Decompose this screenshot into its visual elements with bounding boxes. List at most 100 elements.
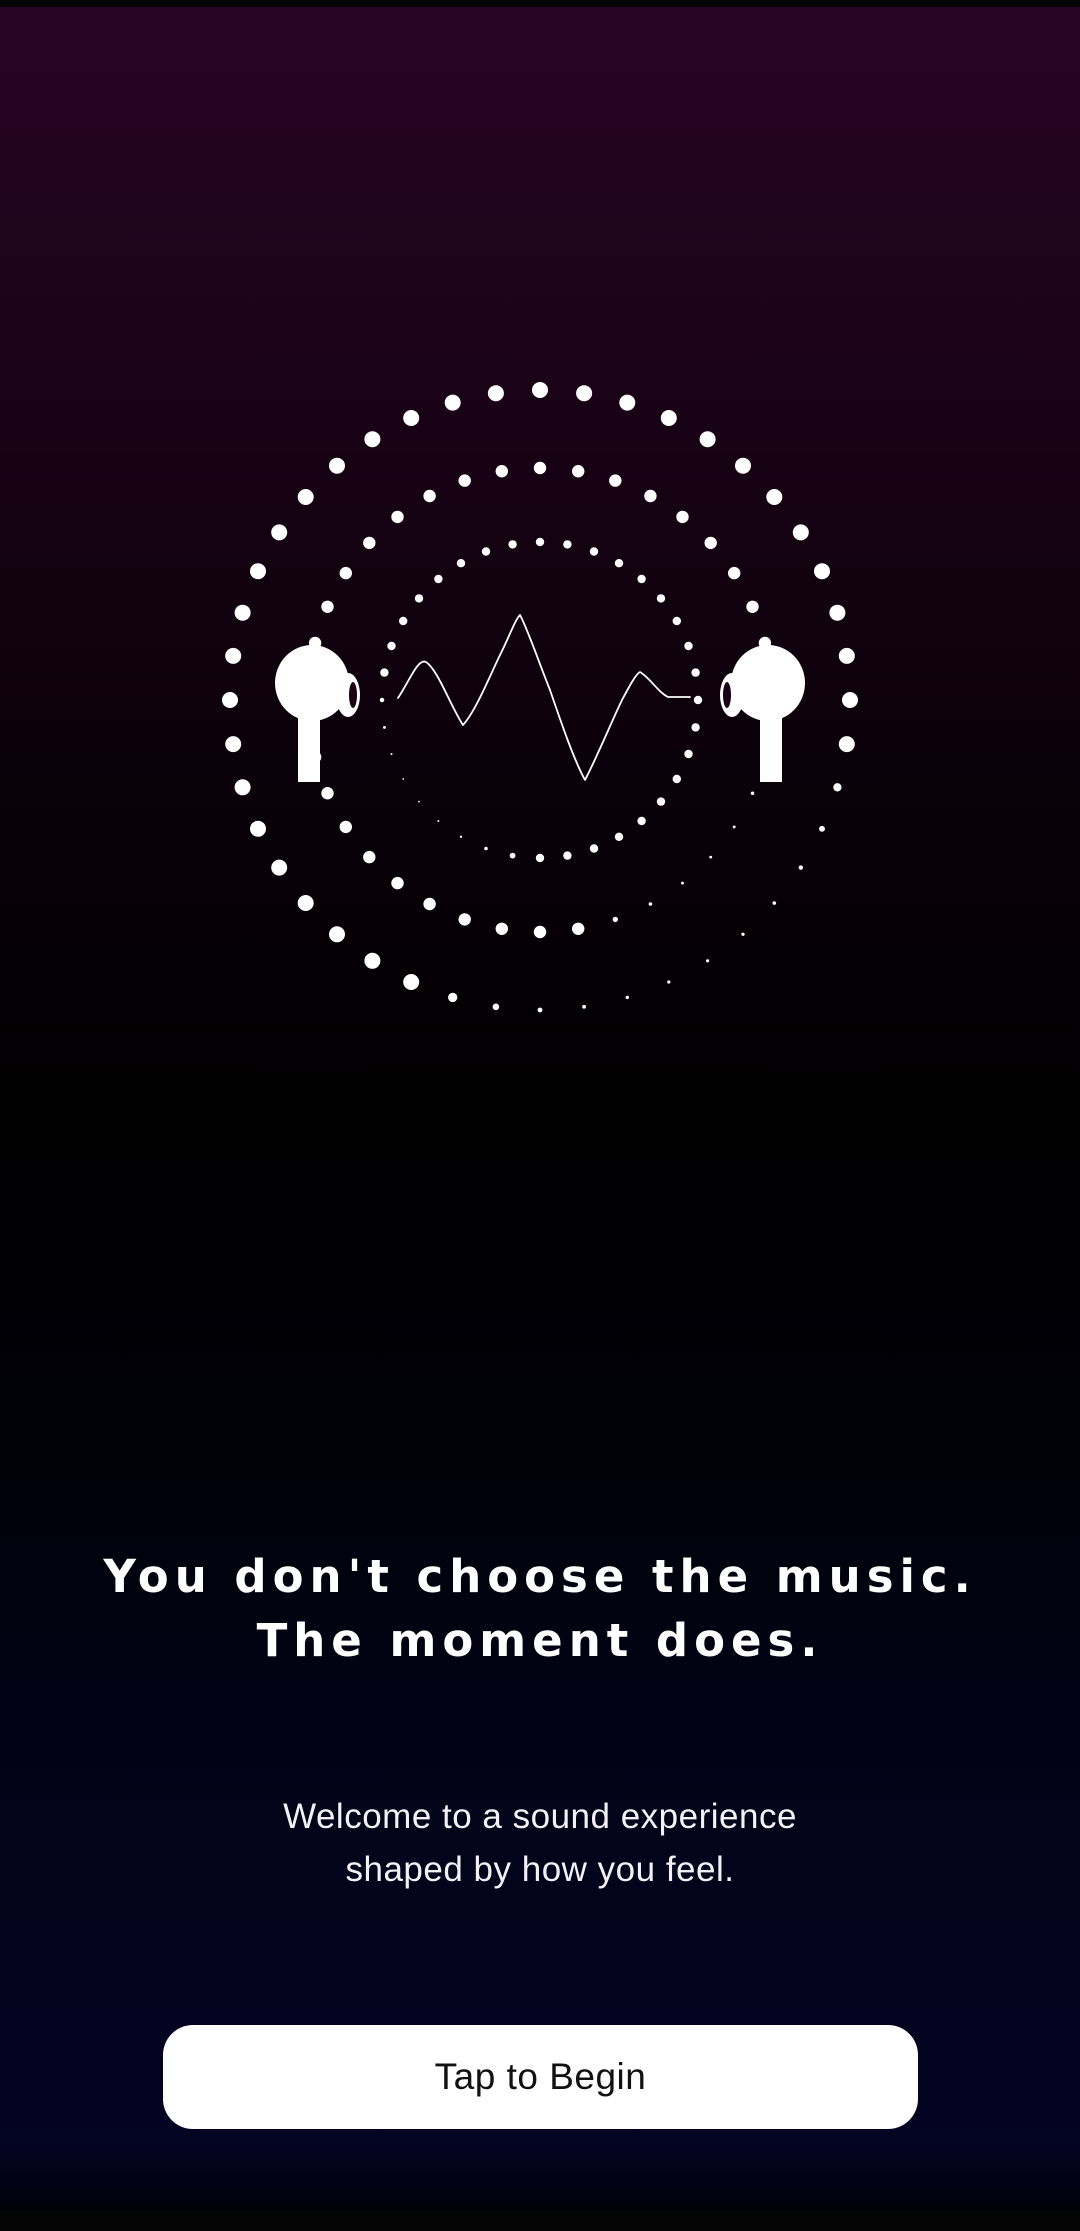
ring-dot xyxy=(495,922,508,935)
navigation-bar xyxy=(0,2211,1080,2231)
ring-dot xyxy=(672,774,681,784)
ring-dot xyxy=(667,980,671,984)
ring-dot xyxy=(648,902,653,906)
ring-dot xyxy=(250,563,266,580)
ring-dot xyxy=(706,959,710,963)
ring-dot xyxy=(403,974,420,990)
ring-dot xyxy=(423,489,436,503)
ring-dot xyxy=(735,457,751,474)
ring-dot xyxy=(576,385,593,402)
ring-dot xyxy=(656,594,666,603)
ring-dot xyxy=(746,600,759,613)
ring-dot xyxy=(487,385,504,402)
ring-dot xyxy=(321,787,334,800)
subtitle-line-1: Welcome to a sound experience xyxy=(283,1797,797,1836)
ring-dot xyxy=(766,489,783,505)
ring-dot xyxy=(728,566,741,580)
ring-dot xyxy=(691,723,700,732)
ring-dot xyxy=(271,859,288,876)
ring-dot xyxy=(589,547,599,556)
ring-dot xyxy=(222,692,238,708)
ring-dot xyxy=(390,752,393,756)
subtitle: Welcome to a sound experience shaped by … xyxy=(0,1790,1080,1896)
ring-dot xyxy=(693,695,703,705)
ring-dot xyxy=(225,647,242,664)
tap-to-begin-button[interactable]: Tap to Begin xyxy=(163,2025,918,2129)
ring-dot xyxy=(363,850,376,864)
ring-dot xyxy=(329,457,345,474)
ring-dot xyxy=(614,559,624,568)
ring-dot xyxy=(582,1004,587,1009)
ring-dot xyxy=(838,647,855,664)
ring-dot xyxy=(448,992,458,1003)
ring-dot xyxy=(492,1003,500,1011)
ring-dot xyxy=(684,749,693,759)
ring-dot xyxy=(495,465,508,478)
subtitle-line-2: shaped by how you feel. xyxy=(345,1850,735,1889)
ring-dot xyxy=(614,832,624,841)
ring-dot xyxy=(391,876,404,890)
ring-dot xyxy=(434,574,443,584)
ring-dot xyxy=(814,563,830,580)
right-earbud-icon xyxy=(720,645,805,782)
ring-dot xyxy=(418,800,420,803)
ring-dot xyxy=(772,901,777,905)
ring-dot xyxy=(709,855,713,859)
ring-dot xyxy=(609,474,622,487)
ring-dot xyxy=(339,566,352,580)
headline: You don't choose the music. The moment d… xyxy=(0,1545,1080,1673)
ring-dot xyxy=(363,536,376,550)
ring-dot xyxy=(484,846,488,851)
ring-dot xyxy=(704,536,717,550)
ring-dot xyxy=(458,913,471,926)
ring-dot xyxy=(339,820,352,834)
ring-dot xyxy=(833,783,842,792)
ring-dot xyxy=(684,641,693,651)
ring-dot xyxy=(234,779,251,796)
ring-dot xyxy=(563,540,572,549)
ring-dot xyxy=(537,1007,543,1013)
ring-dot xyxy=(380,668,389,677)
ring-dot xyxy=(741,932,745,936)
ring-dot xyxy=(364,952,381,969)
ring-dot xyxy=(535,537,545,547)
ring-dot xyxy=(637,574,646,584)
ring-dot xyxy=(423,897,436,911)
ring-dot xyxy=(589,844,599,853)
ring-dot xyxy=(829,604,846,621)
ring-dot xyxy=(509,852,516,859)
ring-dot xyxy=(676,510,689,524)
ring-dot xyxy=(798,865,804,870)
ring-dot xyxy=(481,547,491,556)
headline-line-1: You don't choose the music. xyxy=(103,1550,977,1603)
ring-dot xyxy=(660,410,677,426)
ring-dot xyxy=(458,474,471,487)
ring-dot xyxy=(297,895,314,911)
ring-dot xyxy=(364,431,381,448)
ring-dot xyxy=(459,835,463,838)
headline-line-2: The moment does. xyxy=(256,1614,824,1667)
ring-dot xyxy=(644,489,657,503)
ring-dot xyxy=(234,604,251,621)
ring-dot xyxy=(456,559,466,568)
ring-dot xyxy=(321,600,334,613)
ring-dot xyxy=(732,825,736,829)
ring-dot xyxy=(399,616,408,626)
sound-wave-icon xyxy=(397,614,691,781)
ring-dot xyxy=(403,410,420,426)
ring-dot xyxy=(379,697,385,703)
ring-dot xyxy=(382,725,386,729)
ring-dot xyxy=(819,825,825,832)
ring-dot xyxy=(329,926,345,943)
ring-dot xyxy=(508,540,517,549)
ring-dot xyxy=(656,797,666,806)
ring-dot xyxy=(572,922,585,935)
ring-dot xyxy=(619,394,636,411)
ring-dot xyxy=(391,510,404,524)
ring-dot xyxy=(402,778,405,780)
ring-dot xyxy=(533,461,547,475)
ring-dot xyxy=(535,853,545,863)
ring-dot xyxy=(387,641,396,651)
ring-dot xyxy=(250,820,266,837)
ring-dot xyxy=(437,820,440,822)
